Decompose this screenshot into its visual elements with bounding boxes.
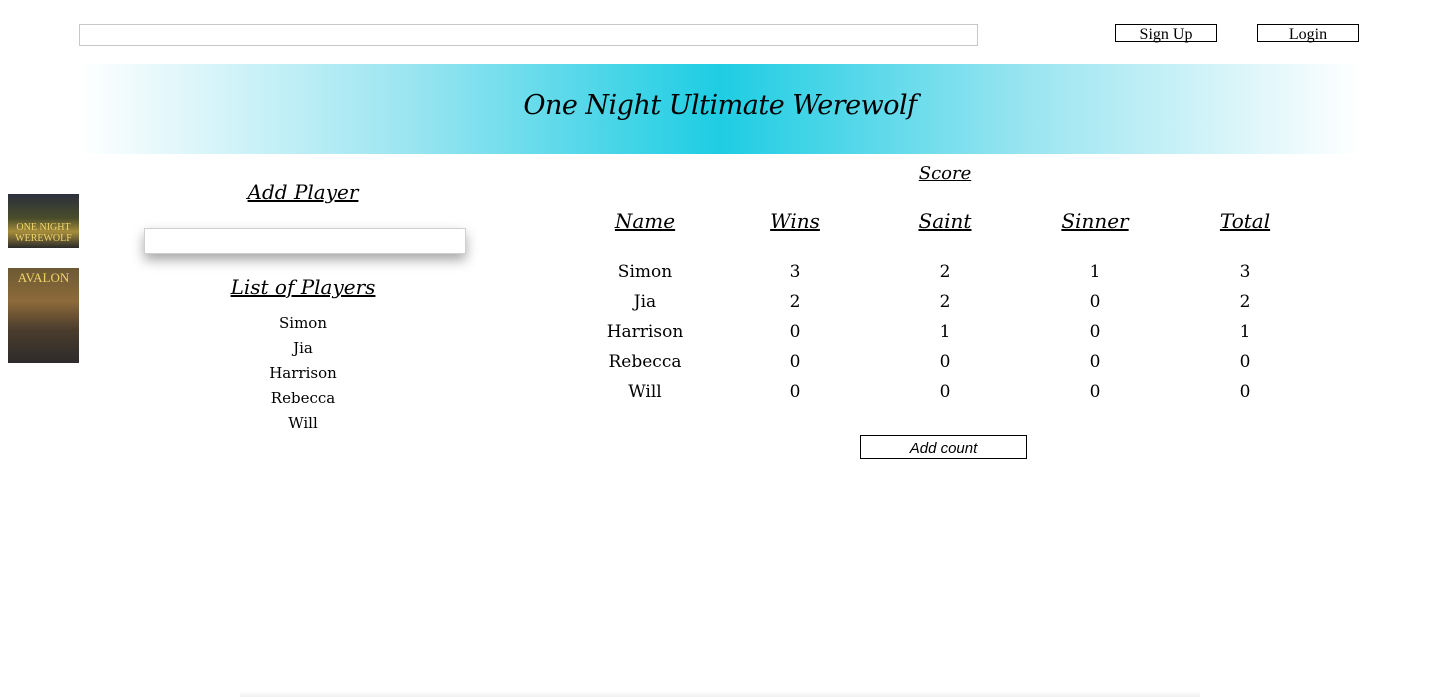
avalon-thumbnail[interactable]: AVALON — [8, 268, 79, 363]
column-header-name: Name — [614, 209, 676, 233]
cell-sinner: 0 — [1089, 352, 1101, 372]
player-item: Will — [288, 414, 318, 432]
player-list-heading: List of Players — [230, 275, 376, 299]
cell-sinner: 0 — [1089, 292, 1101, 312]
table-row: Rebecca 0 0 0 0 — [570, 347, 1320, 377]
cell-total: 2 — [1239, 292, 1251, 312]
add-player-heading: Add Player — [247, 180, 359, 204]
cell-sinner: 1 — [1089, 262, 1101, 282]
footer-shadow — [240, 691, 1200, 697]
cell-wins: 0 — [789, 322, 801, 342]
cell-name: Rebecca — [608, 352, 682, 372]
cell-saint: 1 — [939, 322, 951, 342]
cell-saint: 2 — [939, 262, 951, 282]
cell-wins: 0 — [789, 352, 801, 372]
cell-sinner: 0 — [1089, 382, 1101, 402]
score-heading: Score — [918, 163, 972, 184]
cell-name: Jia — [633, 292, 657, 312]
cell-wins: 0 — [789, 382, 801, 402]
page-title: One Night Ultimate Werewolf — [523, 90, 917, 121]
cell-sinner: 0 — [1089, 322, 1101, 342]
table-row: Harrison 0 1 0 1 — [570, 317, 1320, 347]
column-header-saint: Saint — [918, 209, 972, 233]
player-list: Simon Jia Harrison Rebecca Will — [143, 312, 463, 437]
cell-total: 0 — [1239, 352, 1251, 372]
login-button[interactable]: Login — [1257, 24, 1359, 43]
table-row: Jia 2 2 0 2 — [570, 287, 1320, 317]
table-row: Simon 3 2 1 3 — [570, 257, 1320, 287]
cell-total: 1 — [1239, 322, 1251, 342]
thumbnail-label: AVALON — [17, 270, 70, 285]
cell-name: Simon — [617, 262, 673, 282]
cell-name: Harrison — [606, 322, 684, 342]
score-header-row: Name Wins Saint Sinner Total — [570, 205, 1320, 257]
title-banner: One Night Ultimate Werewolf — [79, 64, 1361, 154]
one-night-werewolf-thumbnail[interactable]: ONE NIGHT WEREWOLF — [8, 194, 79, 248]
cell-name: Will — [628, 382, 662, 402]
column-header-wins: Wins — [770, 209, 820, 233]
add-count-button[interactable]: Add count — [860, 435, 1027, 459]
thumbnail-label: ONE NIGHT WEREWOLF — [15, 222, 72, 244]
column-header-sinner: Sinner — [1061, 209, 1129, 233]
player-item: Harrison — [269, 364, 337, 382]
sign-up-button[interactable]: Sign Up — [1115, 24, 1217, 43]
cell-wins: 3 — [789, 262, 801, 282]
cell-saint: 0 — [939, 352, 951, 372]
player-item: Jia — [293, 339, 313, 357]
cell-saint: 2 — [939, 292, 951, 312]
cell-saint: 0 — [939, 382, 951, 402]
cell-total: 3 — [1239, 262, 1251, 282]
column-header-total: Total — [1219, 209, 1271, 233]
player-item: Simon — [279, 314, 327, 332]
add-player-input[interactable] — [144, 228, 466, 254]
score-table: Name Wins Saint Sinner Total Simon 3 2 1… — [570, 205, 1320, 407]
cell-total: 0 — [1239, 382, 1251, 402]
player-item: Rebecca — [270, 389, 336, 407]
search-input[interactable] — [79, 24, 978, 46]
cell-wins: 2 — [789, 292, 801, 312]
table-row: Will 0 0 0 0 — [570, 377, 1320, 407]
